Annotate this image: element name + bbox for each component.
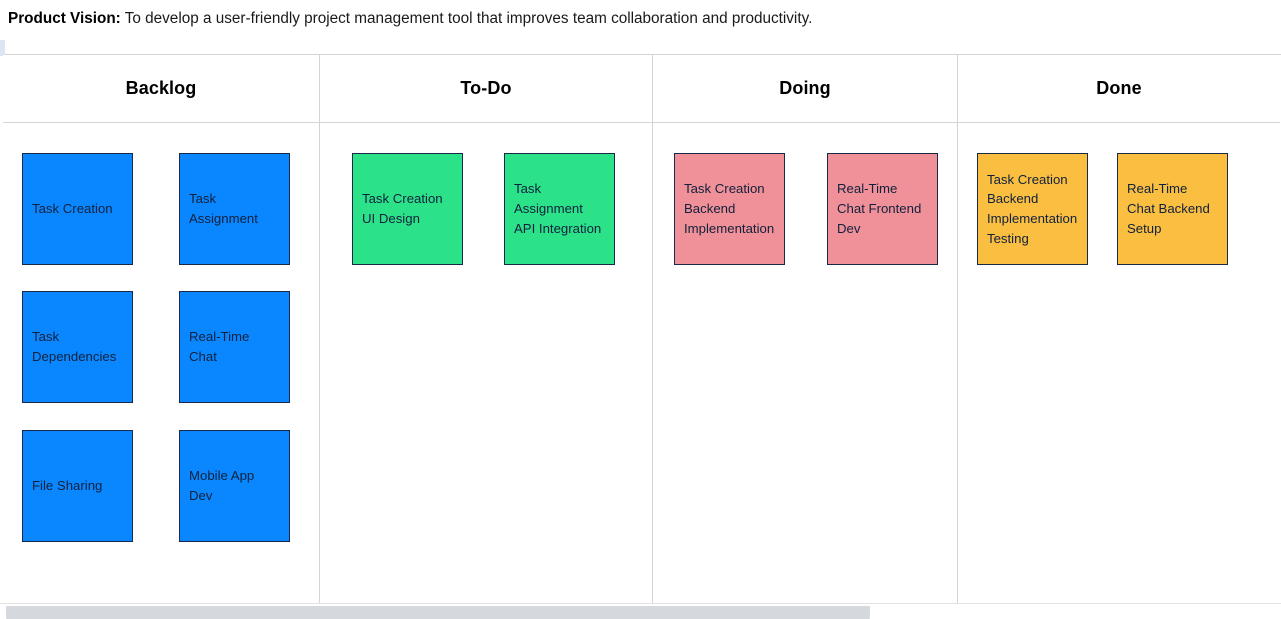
task-card-label: Task Creation UI Design (362, 191, 443, 226)
horizontal-scrollbar[interactable] (0, 603, 1281, 619)
task-card-label: Task Assignment (189, 191, 258, 226)
column-title-doing: Doing (779, 78, 831, 98)
task-card-label: Real-Time Chat Backend Setup (1127, 181, 1210, 236)
task-card-label: Task Creation Backend Implementation Tes… (987, 171, 1078, 246)
column-header-done: Done (958, 55, 1280, 123)
column-header-todo: To-Do (320, 55, 652, 123)
board-column-backlog: Backlog Task Creation Task Assignment Ta… (3, 55, 320, 603)
task-card[interactable]: Task Creation UI Design (352, 153, 463, 265)
column-header-backlog: Backlog (3, 55, 319, 123)
kanban-board-app: Product Vision: To develop a user-friend… (0, 0, 1281, 619)
task-card[interactable]: Task Assignment (179, 153, 290, 265)
task-card[interactable]: Task Creation Backend Implementation Tes… (977, 153, 1088, 265)
board-column-done: Done Task Creation Backend Implementatio… (958, 55, 1280, 603)
column-title-done: Done (1096, 78, 1142, 98)
board-columns: Backlog Task Creation Task Assignment Ta… (3, 55, 1281, 603)
task-card-label: Real-Time Chat (189, 329, 250, 364)
left-edge-selection-marker (0, 40, 5, 56)
board-column-doing: Doing Task Creation Backend Implementati… (653, 55, 958, 603)
column-body-todo[interactable]: Task Creation UI Design Task Assignment … (320, 123, 652, 603)
task-card[interactable]: Task Creation Backend Implementation (674, 153, 785, 265)
task-card[interactable]: Task Assignment API Integration (504, 153, 615, 265)
product-vision-text: Product Vision: To develop a user-friend… (8, 9, 812, 28)
horizontal-scroll-thumb[interactable] (6, 606, 870, 619)
task-card-label: Task Creation (32, 201, 113, 217)
product-vision-label: Product Vision: (8, 10, 121, 27)
column-header-doing: Doing (653, 55, 957, 123)
task-card-label: File Sharing (32, 478, 103, 494)
column-body-done[interactable]: Task Creation Backend Implementation Tes… (958, 123, 1280, 603)
column-body-backlog[interactable]: Task Creation Task Assignment Task Depen… (3, 123, 319, 603)
task-card[interactable]: File Sharing (22, 430, 133, 542)
task-card[interactable]: Task Creation (22, 153, 133, 265)
task-card-label: Task Dependencies (32, 329, 117, 364)
task-card-label: Task Creation Backend Implementation (684, 181, 775, 236)
task-card-label: Real-Time Chat Frontend Dev (837, 181, 922, 236)
product-vision-banner: Product Vision: To develop a user-friend… (0, 0, 1281, 55)
column-body-doing[interactable]: Task Creation Backend Implementation Rea… (653, 123, 957, 603)
task-card-label: Task Assignment API Integration (514, 181, 602, 236)
column-title-todo: To-Do (460, 78, 512, 98)
task-card[interactable]: Task Dependencies (22, 291, 133, 403)
task-card[interactable]: Real-Time Chat Frontend Dev (827, 153, 938, 265)
task-card[interactable]: Mobile App Dev (179, 430, 290, 542)
task-card[interactable]: Real-Time Chat Backend Setup (1117, 153, 1228, 265)
column-title-backlog: Backlog (125, 78, 197, 98)
product-vision-body: To develop a user-friendly project manag… (120, 10, 813, 27)
task-card-label: Mobile App Dev (189, 468, 255, 503)
task-card[interactable]: Real-Time Chat (179, 291, 290, 403)
board-column-todo: To-Do Task Creation UI Design Task Assig… (320, 55, 653, 603)
